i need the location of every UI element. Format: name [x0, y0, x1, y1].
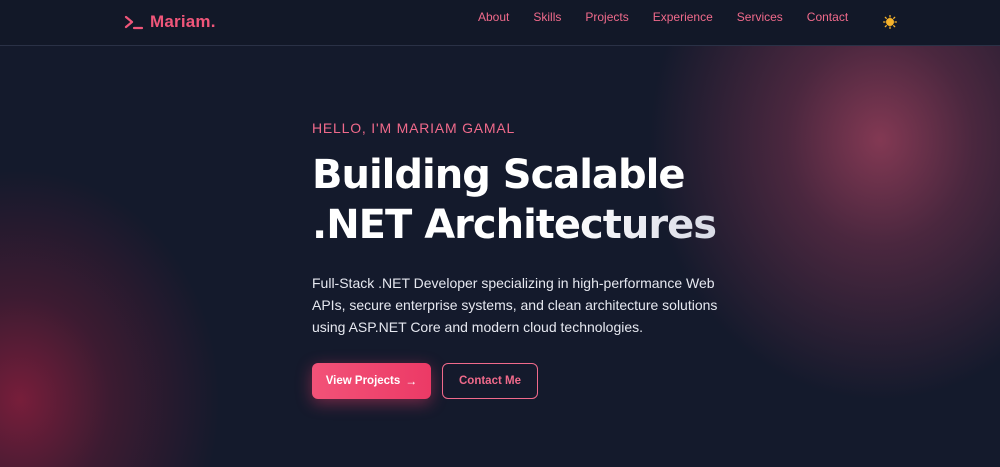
nav-link-services[interactable]: Services — [737, 10, 783, 24]
page: Mariam. About Skills Projects Experience… — [0, 0, 1000, 467]
brand-name: Mariam. — [150, 12, 216, 31]
view-projects-button[interactable]: View Projects → — [312, 363, 431, 399]
contact-me-button[interactable]: Contact Me — [442, 363, 538, 399]
contact-me-label: Contact Me — [459, 375, 521, 387]
nav-link-skills[interactable]: Skills — [533, 10, 561, 24]
nav-link-projects[interactable]: Projects — [585, 10, 628, 24]
terminal-icon — [124, 15, 144, 30]
nav-link-contact[interactable]: Contact — [807, 10, 848, 24]
theme-toggle-button[interactable] — [882, 14, 898, 30]
hero-description: Full-Stack .NET Developer specializing i… — [312, 275, 718, 335]
hero-actions: View Projects → Contact Me — [312, 363, 538, 399]
nav-link-experience[interactable]: Experience — [653, 10, 713, 24]
headline-line-1: Building Scalable — [312, 152, 685, 198]
view-projects-label: View Projects — [325, 375, 401, 387]
nav-link-about[interactable]: About — [478, 10, 509, 24]
navbar: Mariam. About Skills Projects Experience… — [0, 0, 1000, 46]
sun-icon — [883, 15, 897, 29]
hero-headline: Building Scalable .NET Architectures — [312, 150, 792, 250]
brand-logo[interactable]: Mariam. — [124, 11, 216, 33]
hero-section: HELLO, I'M MARIAM GAMAL Building Scalabl… — [312, 120, 792, 338]
arrow-right-icon: → — [405, 374, 418, 388]
hero-eyebrow: HELLO, I'M MARIAM GAMAL — [312, 120, 516, 136]
nav-links: About Skills Projects Experience Service… — [478, 9, 848, 25]
headline-line-2: .NET Architectures — [312, 202, 717, 248]
